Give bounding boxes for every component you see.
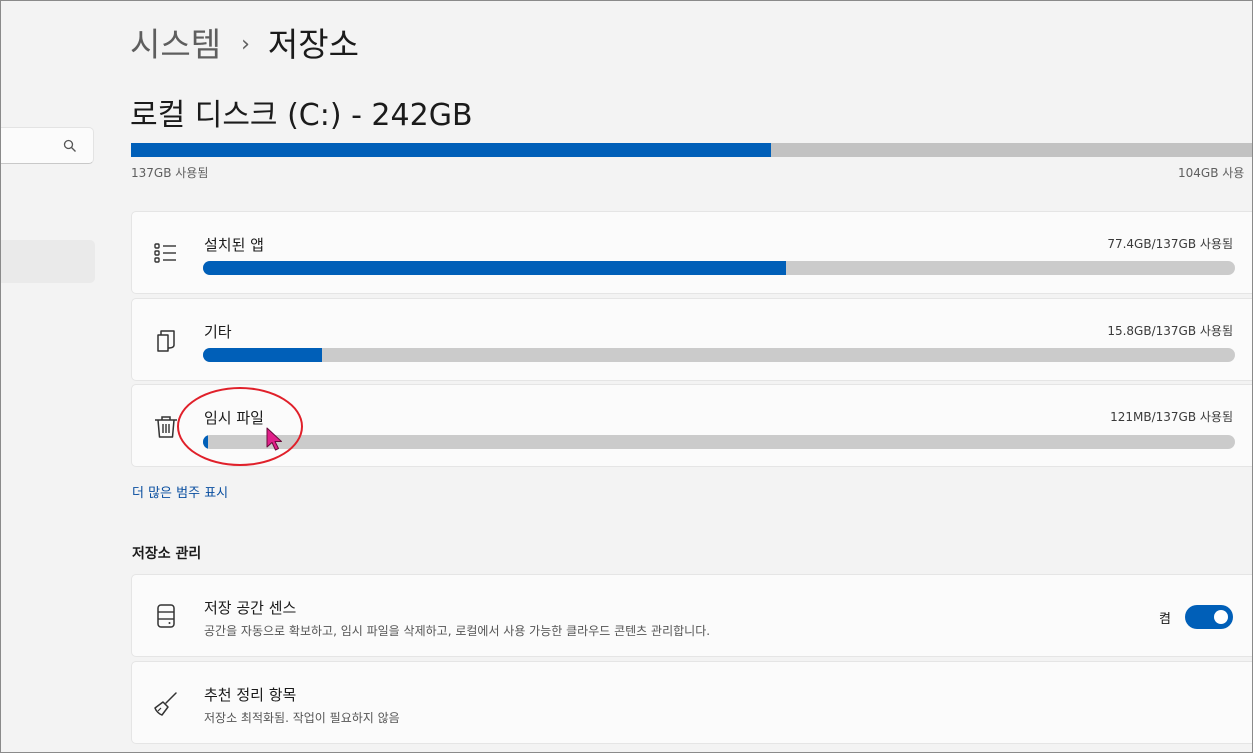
broom-icon xyxy=(154,692,177,716)
category-size: 121MB/137GB 사용됨 xyxy=(1110,410,1233,424)
category-card-temp-files[interactable]: 임시 파일 121MB/137GB 사용됨 xyxy=(131,384,1253,467)
list-icon xyxy=(154,243,176,263)
storage-sense-description: 공간을 자동으로 확보하고, 임시 파일을 삭제하고, 로컬에서 사용 가능한 … xyxy=(204,624,711,638)
toggle-knob xyxy=(1214,610,1228,624)
storage-sense-card[interactable]: 저장 공간 센스 공간을 자동으로 확보하고, 임시 파일을 삭제하고, 로컬에… xyxy=(131,574,1253,657)
search-icon xyxy=(63,139,76,152)
storage-sense-toggle[interactable] xyxy=(1185,605,1233,629)
cleanup-label: 추천 정리 항목 xyxy=(204,686,297,704)
cleanup-description: 저장소 최적화됨. 작업이 필요하지 않음 xyxy=(204,711,400,725)
category-usage-bar xyxy=(203,435,1235,449)
storage-management-heading: 저장소 관리 xyxy=(132,546,202,562)
category-card-other[interactable]: 기타 15.8GB/137GB 사용됨 xyxy=(131,298,1253,381)
disk-usage-fill xyxy=(131,143,771,157)
disk-title: 로컬 디스크 (C:) - 242GB xyxy=(130,98,473,133)
category-usage-fill xyxy=(203,348,322,362)
toggle-state-label: 켬 xyxy=(1159,611,1171,627)
category-label: 설치된 앱 xyxy=(204,236,264,254)
sidebar-item-system[interactable] xyxy=(0,240,95,283)
breadcrumb: 시스템 › 저장소 xyxy=(130,22,359,66)
category-size: 15.8GB/137GB 사용됨 xyxy=(1107,324,1233,338)
disk-usage-bar xyxy=(131,143,1253,157)
hard-drive-icon xyxy=(157,604,175,628)
storage-sense-label: 저장 공간 센스 xyxy=(204,599,297,617)
category-card-apps[interactable]: 설치된 앱 77.4GB/137GB 사용됨 xyxy=(131,211,1253,294)
page-title: 저장소 xyxy=(267,24,359,64)
category-usage-bar xyxy=(203,348,1235,362)
cleanup-recommendations-card[interactable]: 추천 정리 항목 저장소 최적화됨. 작업이 필요하지 않음 xyxy=(131,661,1253,744)
category-size: 77.4GB/137GB 사용됨 xyxy=(1107,237,1233,251)
trash-icon xyxy=(155,416,177,438)
breadcrumb-separator: › xyxy=(241,32,250,57)
document-icon xyxy=(157,330,175,352)
category-label: 기타 xyxy=(204,323,232,341)
search-input[interactable] xyxy=(0,127,94,164)
breadcrumb-parent[interactable]: 시스템 xyxy=(130,28,221,61)
disk-used-label: 137GB 사용됨 xyxy=(131,166,209,180)
show-more-categories-link[interactable]: 더 많은 범주 표시 xyxy=(132,482,228,501)
category-label: 임시 파일 xyxy=(204,409,264,427)
category-usage-fill xyxy=(203,261,787,275)
category-usage-bar xyxy=(203,261,1235,275)
category-usage-fill xyxy=(203,435,209,449)
disk-free-label: 104GB 사용 xyxy=(1178,166,1245,180)
